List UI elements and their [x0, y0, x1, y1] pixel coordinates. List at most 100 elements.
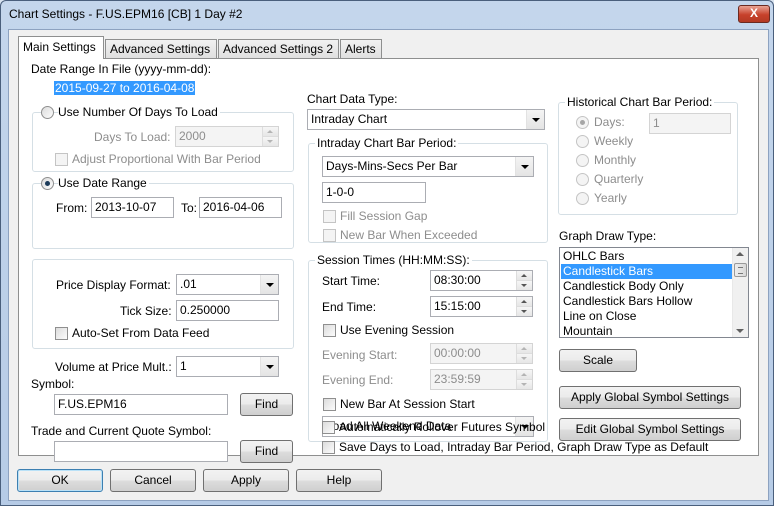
evening-start-spin[interactable] [516, 344, 532, 363]
days-to-load-value: 2000 [179, 129, 206, 143]
chart-settings-window: Chart Settings - F.US.EPM16 [CB] 1 Day #… [0, 0, 774, 506]
tab-advanced-settings[interactable]: Advanced Settings [105, 39, 217, 58]
chevron-down-icon[interactable] [526, 110, 544, 129]
spin-down-icon[interactable] [517, 281, 532, 290]
tab-main-settings[interactable]: Main Settings [18, 36, 104, 59]
spin-up-icon[interactable] [263, 127, 278, 137]
date-range-value[interactable]: 2015-09-27 to 2016-04-08 [54, 81, 196, 95]
end-time-stepper[interactable]: 15:15:00 [430, 296, 533, 317]
spin-down-icon[interactable] [517, 354, 532, 363]
start-time-value: 08:30:00 [434, 273, 481, 287]
spin-down-icon[interactable] [263, 137, 278, 146]
scroll-down-icon[interactable] [736, 329, 744, 333]
historical-days-radio[interactable] [576, 116, 589, 129]
spin-up-icon[interactable] [517, 297, 532, 307]
start-time-spin[interactable] [516, 271, 532, 290]
session-times-legend: Session Times (HH:MM:SS): [315, 253, 472, 267]
volume-mult-select[interactable]: 1 [176, 356, 279, 377]
historical-weekly-label: Weekly [594, 134, 634, 148]
list-item-selected[interactable]: Candlestick Bars [561, 264, 734, 279]
end-time-spin[interactable] [516, 297, 532, 316]
historical-quarterly-radio[interactable] [576, 173, 589, 186]
evening-session-checkbox[interactable] [323, 324, 336, 337]
main-settings-panel: Date Range In File (yyyy-mm-dd): 2015-09… [18, 58, 759, 463]
list-item[interactable]: Candlestick Bars Hollow [561, 294, 734, 309]
dialog-client: Main Settings Advanced Settings Advanced… [8, 29, 769, 501]
help-button[interactable]: Help [296, 469, 382, 492]
list-item[interactable]: Mountain [561, 324, 734, 337]
new-bar-exceeded-label: New Bar When Exceeded [340, 228, 478, 242]
historical-weekly-radio[interactable] [576, 135, 589, 148]
scale-button[interactable]: Scale [559, 349, 637, 372]
save-default-label: Save Days to Load, Intraday Bar Period, … [339, 440, 709, 454]
evening-start-value: 00:00:00 [434, 346, 481, 360]
apply-global-symbol-settings-button[interactable]: Apply Global Symbol Settings [559, 386, 741, 409]
chevron-down-icon[interactable] [260, 275, 278, 294]
historical-monthly-radio[interactable] [576, 154, 589, 167]
to-date-field[interactable]: 2016-04-06 [199, 197, 282, 218]
end-time-label: End Time: [322, 300, 377, 314]
evening-end-spin[interactable] [516, 370, 532, 389]
from-date-field[interactable]: 2013-10-07 [91, 197, 174, 218]
historical-days-label: Days: [594, 115, 625, 129]
use-date-range-radio[interactable] [41, 177, 54, 190]
spin-down-icon[interactable] [517, 380, 532, 389]
save-default-checkbox[interactable] [322, 441, 335, 454]
title-bar[interactable]: Chart Settings - F.US.EPM16 [CB] 1 Day #… [1, 1, 773, 29]
start-time-stepper[interactable]: 08:30:00 [430, 270, 533, 291]
list-scrollbar[interactable] [732, 248, 748, 337]
list-item[interactable]: OHLC Bars [561, 249, 734, 264]
evening-start-label: Evening Start: [322, 348, 398, 362]
symbol-field[interactable]: F.US.EPM16 [54, 394, 228, 415]
edit-global-symbol-settings-button[interactable]: Edit Global Symbol Settings [559, 418, 741, 441]
fill-session-gap-label: Fill Session Gap [340, 209, 428, 223]
symbol-find-button[interactable]: Find [240, 393, 293, 416]
spin-up-icon[interactable] [517, 344, 532, 354]
spin-down-icon[interactable] [517, 307, 532, 316]
graph-draw-type-list[interactable]: OHLC Bars Candlestick Bars Candlestick B… [559, 247, 749, 338]
price-format-select[interactable]: .01 [176, 274, 279, 295]
chevron-down-icon[interactable] [515, 157, 533, 176]
tick-size-label: Tick Size: [120, 304, 172, 318]
historical-yearly-radio[interactable] [576, 192, 589, 205]
chart-data-type-select[interactable]: Intraday Chart [307, 109, 545, 130]
days-to-load-label: Days To Load: [94, 130, 171, 144]
spin-up-icon[interactable] [517, 271, 532, 281]
list-item[interactable]: Candlestick Body Only [561, 279, 734, 294]
list-item[interactable]: Line on Close [561, 309, 734, 324]
chevron-down-icon[interactable] [260, 357, 278, 376]
days-to-load-stepper[interactable]: 2000 [175, 126, 279, 147]
evening-end-stepper[interactable]: 23:59:59 [430, 369, 533, 390]
historical-days-field[interactable]: 1 [649, 113, 731, 134]
use-days-radio[interactable] [41, 106, 54, 119]
chart-data-type-label: Chart Data Type: [307, 92, 398, 106]
adjust-proportional-checkbox[interactable] [55, 153, 68, 166]
trade-symbol-field[interactable] [54, 441, 228, 462]
new-bar-session-start-checkbox[interactable] [323, 398, 336, 411]
tab-alerts[interactable]: Alerts [340, 39, 382, 58]
date-range-label: Date Range In File (yyyy-mm-dd): [31, 62, 212, 76]
historical-yearly-label: Yearly [594, 191, 627, 205]
bar-period-type-select[interactable]: Days-Mins-Secs Per Bar [322, 156, 534, 177]
tick-size-field[interactable]: 0.250000 [176, 300, 279, 321]
close-button[interactable]: X [738, 5, 770, 23]
apply-button[interactable]: Apply [203, 469, 289, 492]
evening-start-stepper[interactable]: 00:00:00 [430, 343, 533, 364]
fill-session-gap-checkbox[interactable] [323, 210, 336, 223]
tab-advanced-settings-2[interactable]: Advanced Settings 2 [218, 39, 339, 58]
days-to-load-spin[interactable] [262, 127, 278, 146]
ok-button[interactable]: OK [17, 469, 103, 492]
rollover-checkbox[interactable] [322, 421, 335, 434]
new-bar-exceeded-checkbox[interactable] [323, 229, 336, 242]
trade-symbol-find-button[interactable]: Find [240, 440, 293, 463]
spin-up-icon[interactable] [517, 370, 532, 380]
cancel-button[interactable]: Cancel [110, 469, 196, 492]
bar-period-field[interactable]: 1-0-0 [322, 182, 426, 203]
use-date-range-label: Use Date Range [58, 176, 149, 190]
trade-symbol-label: Trade and Current Quote Symbol: [31, 424, 212, 438]
end-time-value: 15:15:00 [434, 299, 481, 313]
use-days-label: Use Number Of Days To Load [58, 105, 220, 119]
scroll-thumb[interactable] [734, 263, 747, 277]
scroll-up-icon[interactable] [736, 252, 744, 256]
auto-set-checkbox[interactable] [55, 327, 68, 340]
